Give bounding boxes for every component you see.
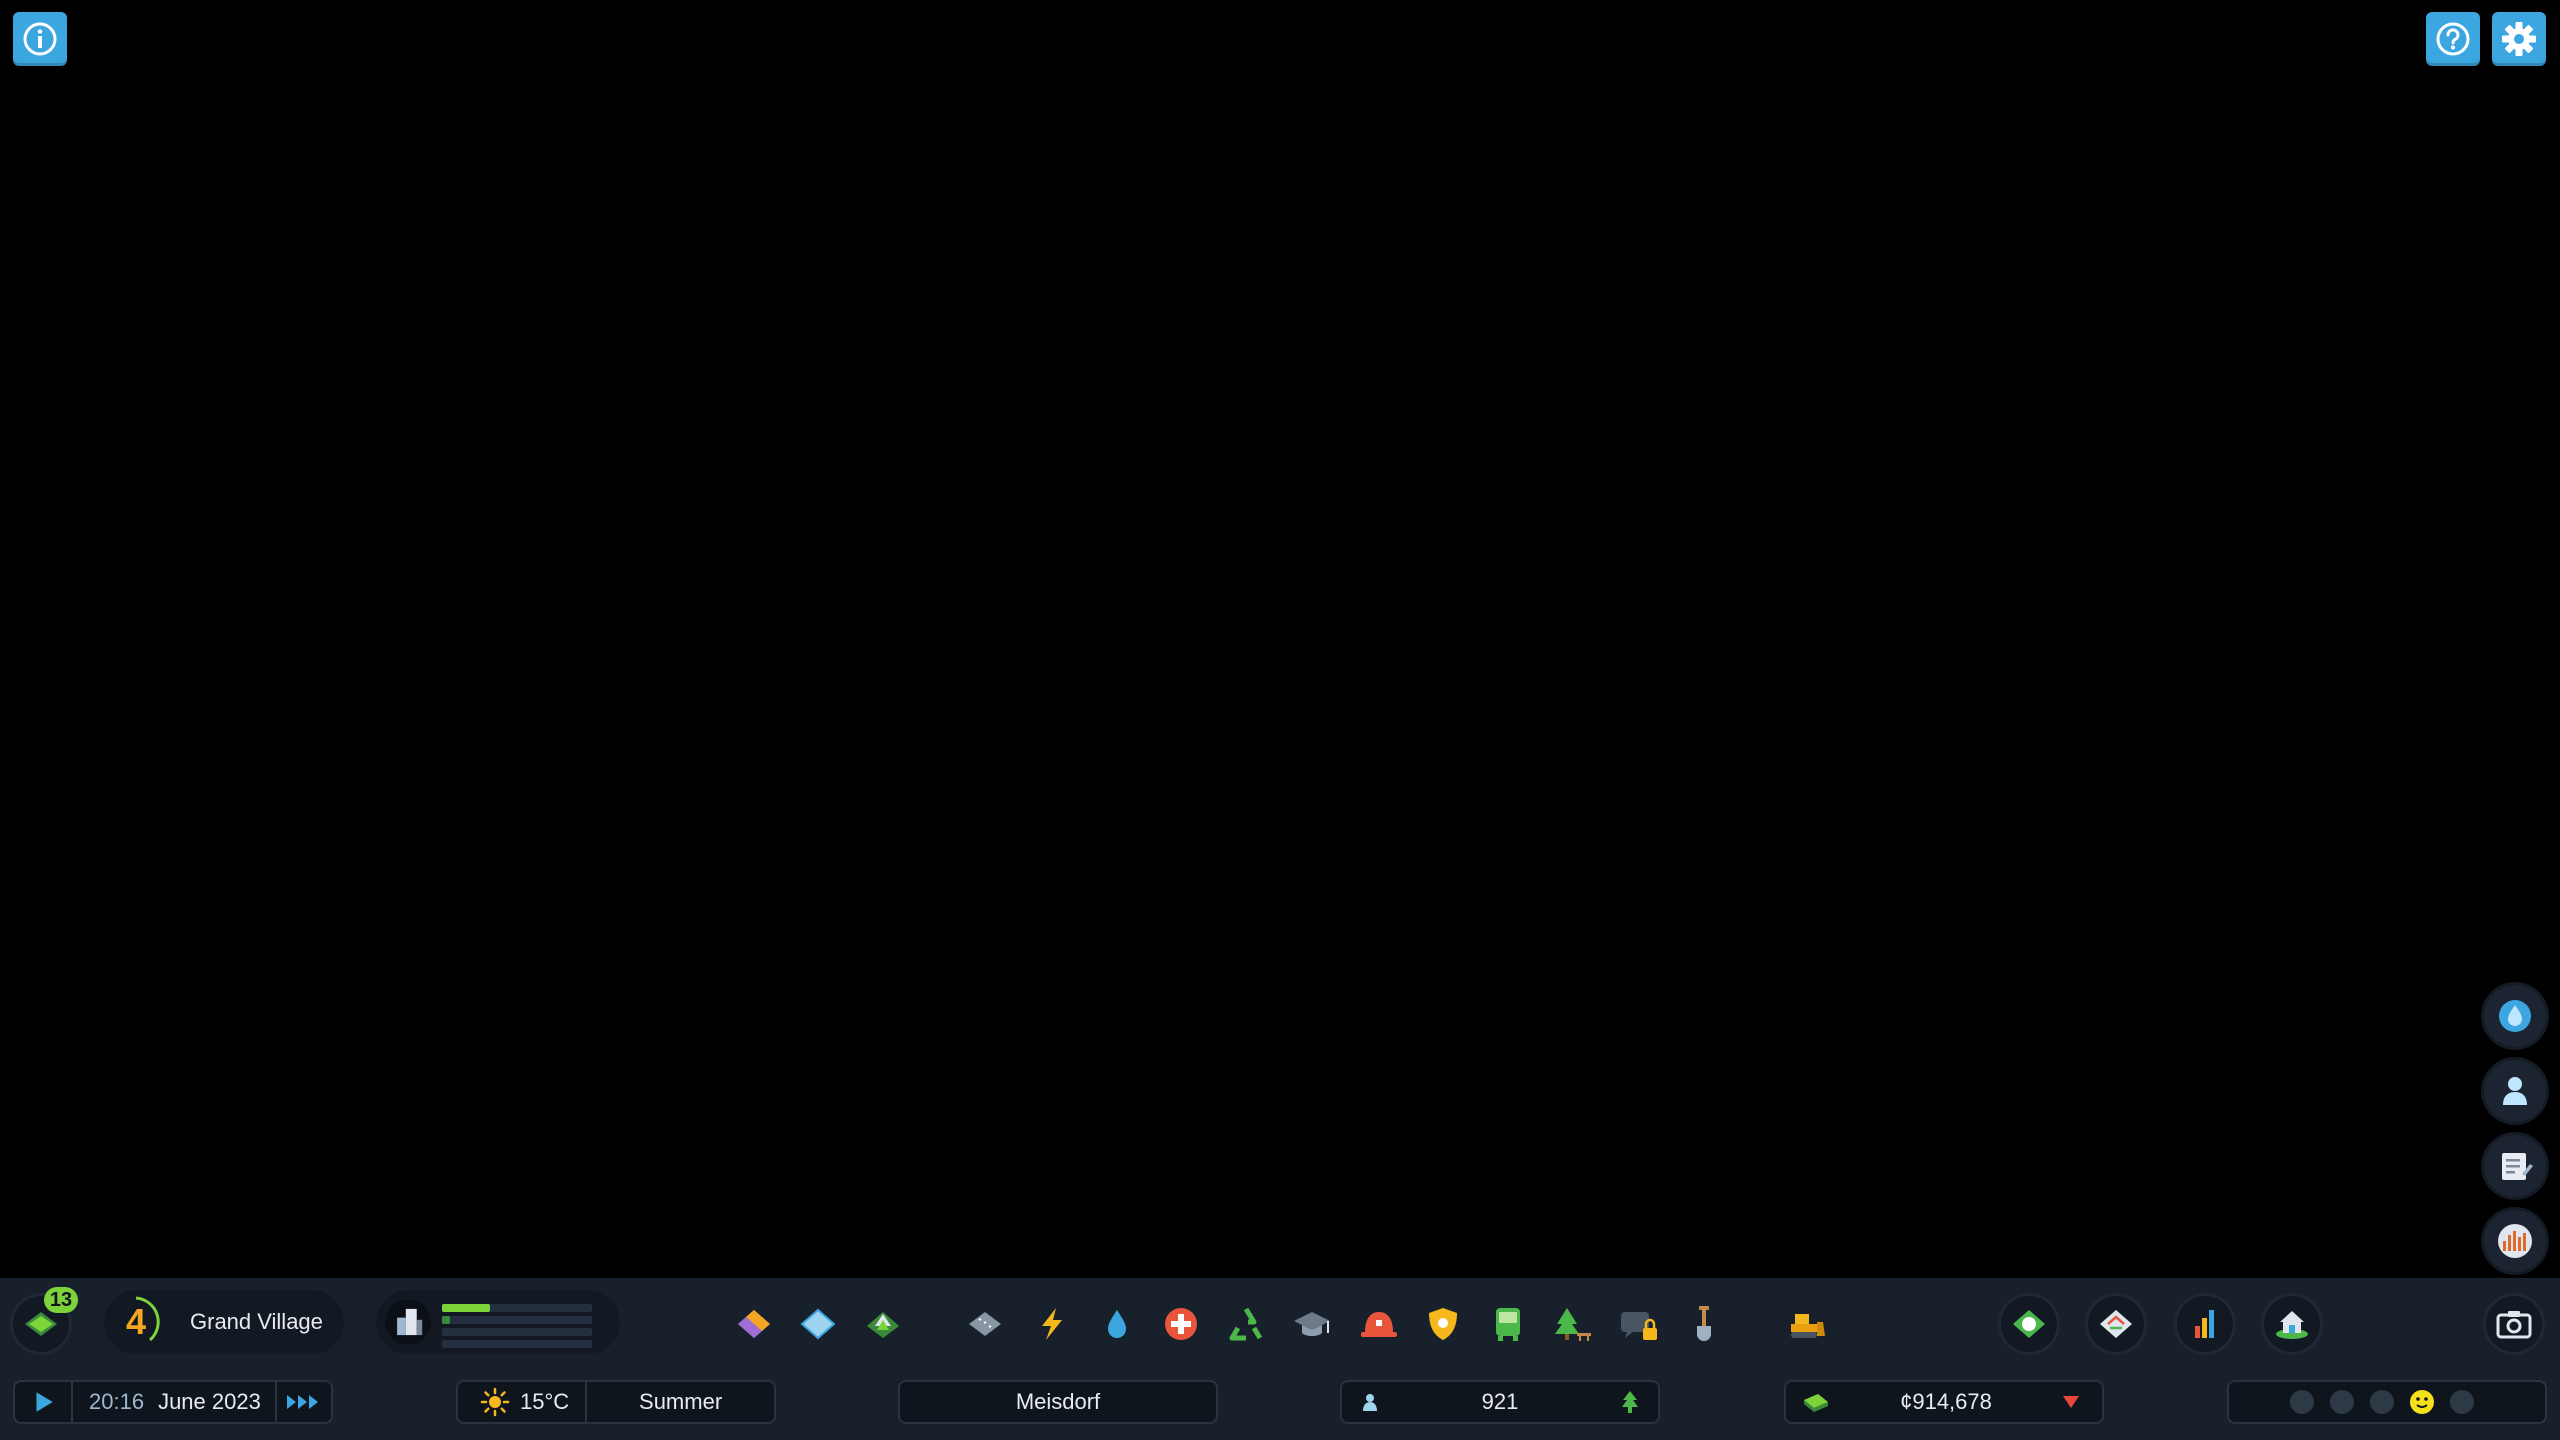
temperature: 15°C — [520, 1389, 570, 1414]
parks-button[interactable] — [1545, 1296, 1601, 1352]
speed-button[interactable] — [277, 1382, 329, 1422]
milestone-level: 4 — [125, 1301, 147, 1342]
water-button[interactable] — [1089, 1296, 1145, 1352]
citizens-button[interactable] — [2484, 1060, 2546, 1122]
police-button[interactable] — [1415, 1296, 1471, 1352]
sun-icon — [480, 1387, 510, 1417]
zoning-icon — [738, 1310, 770, 1338]
money-trend-down-icon — [2063, 1396, 2079, 1408]
gear-icon — [2502, 22, 2536, 56]
garbage-button[interactable] — [1218, 1296, 1274, 1352]
photo-mode-button[interactable] — [2486, 1296, 2542, 1352]
bulldozer-button[interactable] — [1777, 1296, 1833, 1352]
education-button[interactable] — [1284, 1296, 1340, 1352]
area-icon — [800, 1308, 836, 1340]
communications-locked-icon — [1621, 1312, 1657, 1340]
water-drop-icon — [2499, 1000, 2531, 1032]
water-icon — [1108, 1310, 1126, 1338]
healthcare-icon — [1165, 1308, 1197, 1340]
progression-panel[interactable] — [376, 1290, 620, 1354]
notification-badge: 13 — [44, 1287, 78, 1313]
radio-icon — [2498, 1224, 2532, 1258]
city-name: Meisdorf — [1015, 1389, 1101, 1414]
housing-icon — [2276, 1311, 2308, 1339]
radio-button[interactable] — [2484, 1210, 2546, 1272]
water-overlay-button[interactable] — [2484, 985, 2546, 1047]
statistics-icon — [2195, 1310, 2214, 1338]
city-building-icon — [385, 1299, 431, 1345]
info-icon — [23, 22, 57, 56]
milestone-panel[interactable]: 4 Grand Village — [104, 1290, 344, 1354]
landscaping-icon — [867, 1312, 899, 1338]
landscaping-shovel-button[interactable] — [1676, 1296, 1732, 1352]
notes-button[interactable] — [2484, 1135, 2546, 1197]
settings-button[interactable] — [2492, 12, 2546, 66]
game-time: 20:16 — [89, 1389, 145, 1414]
fast-forward-icon — [286, 1395, 318, 1409]
happiness-panel[interactable] — [2227, 1380, 2547, 1424]
police-icon — [1429, 1308, 1457, 1340]
roads-icon — [969, 1312, 1001, 1336]
city-name-field[interactable]: Meisdorf — [898, 1380, 1218, 1424]
money-panel[interactable]: ¢914,678 — [1784, 1380, 2104, 1424]
money-amount: ¢914,678 — [1900, 1389, 1992, 1414]
population-count: 921 — [1481, 1389, 1519, 1414]
population-panel[interactable]: 921 — [1340, 1380, 1660, 1424]
zoning-button[interactable] — [726, 1296, 782, 1352]
parks-icon — [1555, 1308, 1591, 1341]
money-icon — [1804, 1394, 1828, 1412]
fire-icon — [1361, 1312, 1397, 1337]
citizen-icon — [2503, 1077, 2527, 1105]
progress-bar-secondary — [442, 1316, 450, 1324]
fire-rescue-button[interactable] — [1351, 1296, 1407, 1352]
progress-bar-primary — [442, 1304, 490, 1312]
healthcare-button[interactable] — [1153, 1296, 1209, 1352]
camera-icon — [2496, 1311, 2532, 1339]
weather-panel[interactable]: 15°C Summer — [456, 1380, 776, 1424]
population-icon — [1363, 1394, 1377, 1411]
area-button[interactable] — [790, 1296, 846, 1352]
happiness-scale — [2290, 1390, 2474, 1414]
help-button[interactable] — [2426, 12, 2480, 66]
play-icon — [36, 1392, 53, 1412]
transportation-icon — [1496, 1308, 1520, 1341]
roads-button[interactable] — [957, 1296, 1013, 1352]
garbage-icon — [1229, 1307, 1263, 1341]
housing-button[interactable] — [2264, 1296, 2320, 1352]
map-tiles-icon — [2100, 1310, 2132, 1338]
education-icon — [1294, 1312, 1330, 1336]
milestone-name: Grand Village — [190, 1309, 323, 1334]
city-services-icon — [2013, 1310, 2045, 1338]
electricity-button[interactable] — [1024, 1296, 1080, 1352]
season: Summer — [639, 1389, 723, 1414]
statistics-button[interactable] — [2177, 1296, 2233, 1352]
bulldozer-icon — [1791, 1314, 1825, 1338]
help-icon — [2436, 22, 2470, 56]
play-button[interactable] — [15, 1382, 71, 1422]
landscaping-button[interactable] — [855, 1296, 911, 1352]
info-button[interactable] — [13, 12, 67, 66]
communications-button[interactable] — [1611, 1296, 1667, 1352]
game-date: June 2023 — [158, 1389, 261, 1414]
notes-icon — [2502, 1153, 2533, 1180]
map-tiles-button[interactable] — [2088, 1296, 2144, 1352]
landscaping-shovel-icon — [1697, 1306, 1711, 1341]
time-controls: 20:16 June 2023 — [13, 1380, 333, 1424]
population-growth-icon — [1622, 1391, 1638, 1413]
electricity-icon — [1042, 1308, 1062, 1340]
transportation-button[interactable] — [1480, 1296, 1536, 1352]
city-services-button[interactable] — [2001, 1296, 2057, 1352]
